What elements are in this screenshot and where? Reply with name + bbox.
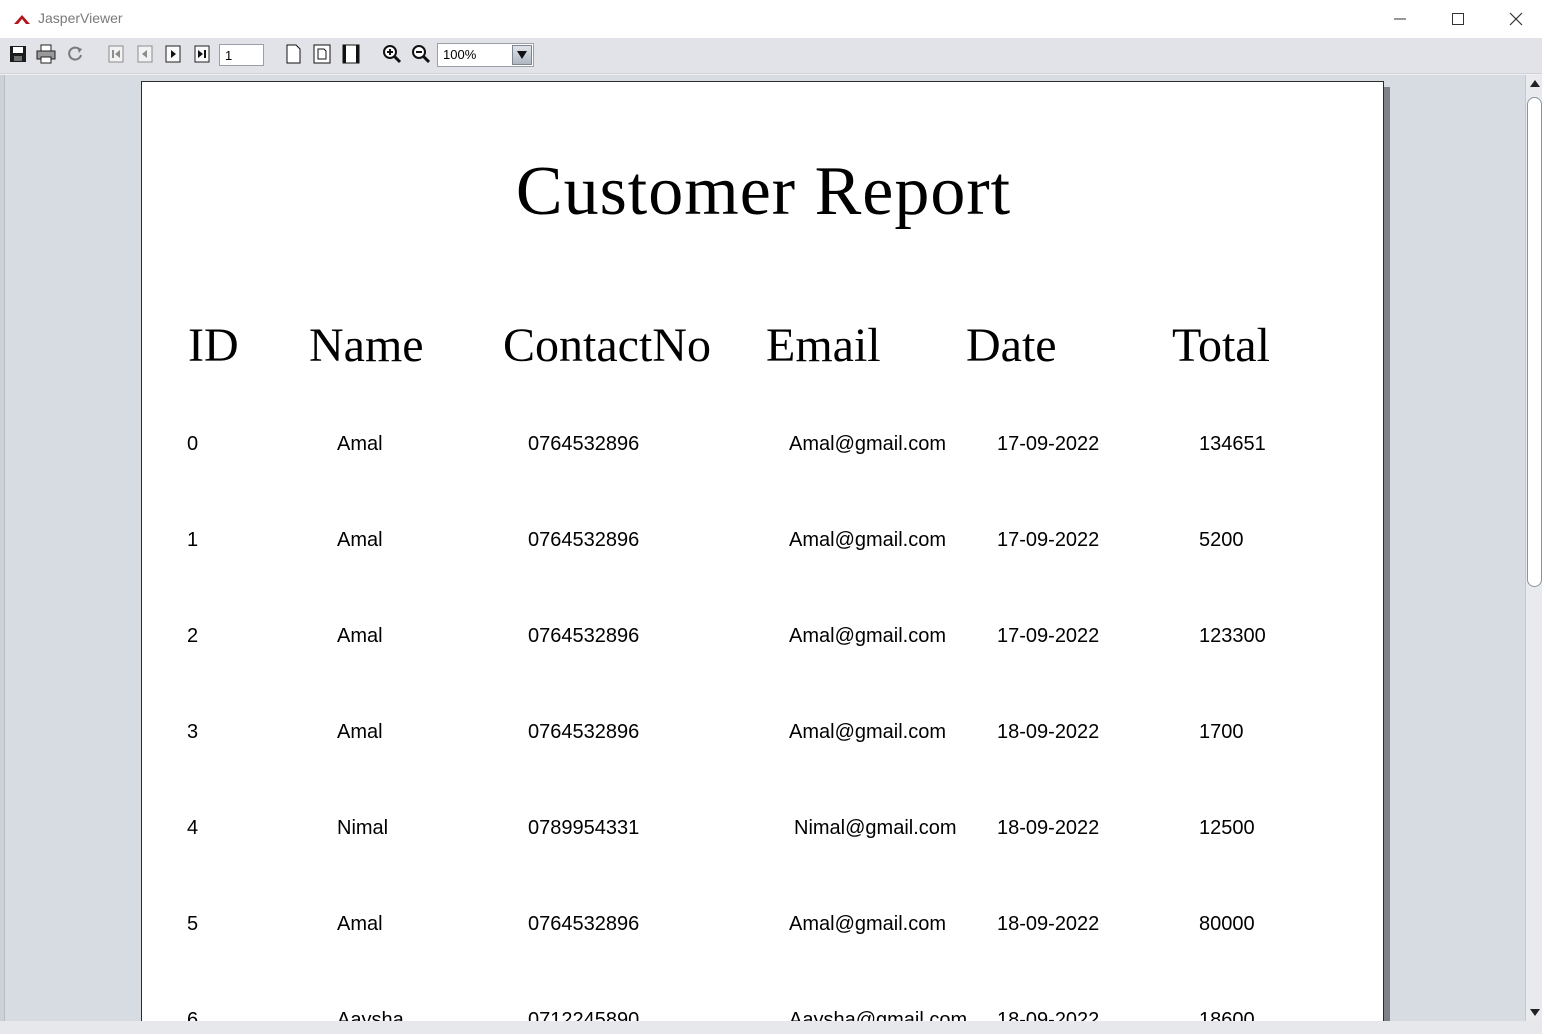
- cell-contact: 0764532896: [528, 529, 640, 551]
- print-icon: [36, 44, 56, 64]
- cell-email: Amal@gmail.com: [789, 721, 947, 743]
- zoom-in-icon: [383, 45, 402, 64]
- taskbar-edge: [0, 1021, 1542, 1034]
- fit-page-button[interactable]: [311, 43, 333, 65]
- cell-total: 80000: [1199, 913, 1255, 935]
- cell-date: 17-09-2022: [997, 529, 1100, 551]
- cell-total: 1700: [1199, 721, 1244, 743]
- previous-page-icon: [137, 45, 153, 63]
- cell-email: Amal@gmail.com: [789, 625, 947, 647]
- cell-date: 18-09-2022: [997, 817, 1100, 839]
- maximize-icon: [1452, 13, 1464, 25]
- cell-id: 6: [187, 1009, 199, 1021]
- cell-id: 3: [187, 721, 199, 743]
- cell-email: Amal@gmail.com: [789, 529, 947, 551]
- cell-id: 0: [187, 433, 199, 455]
- actual-size-button[interactable]: [282, 43, 304, 65]
- fit-width-button[interactable]: [340, 43, 362, 65]
- vertical-scrollbar[interactable]: [1525, 75, 1542, 1021]
- cell-contact: 0789954331: [528, 817, 640, 839]
- arrow-up-icon: [1529, 80, 1540, 87]
- jasper-viewer-window: JasperViewer 1 100% Customer Report ID N…: [0, 0, 1542, 1034]
- cell-name: Nimal: [337, 817, 389, 839]
- cell-id: 5: [187, 913, 199, 935]
- zoom-out-button[interactable]: [410, 43, 432, 65]
- cell-total: 12500: [1199, 817, 1255, 839]
- cell-contact: 0764532896: [528, 625, 640, 647]
- cell-id: 4: [187, 817, 199, 839]
- cell-email: Amal@gmail.com: [789, 913, 947, 935]
- close-button[interactable]: [1487, 0, 1542, 38]
- reload-button[interactable]: [64, 43, 86, 65]
- cell-name: Amal: [337, 529, 383, 551]
- column-header-name: Name: [309, 319, 424, 372]
- last-page-button[interactable]: [191, 43, 213, 65]
- column-header-email: Email: [766, 319, 881, 372]
- scrollbar-thumb[interactable]: [1527, 97, 1542, 587]
- column-header-total: Total: [1172, 319, 1270, 372]
- last-page-icon: [194, 45, 210, 63]
- zoom-in-button[interactable]: [381, 43, 403, 65]
- cell-total: 134651: [1199, 433, 1266, 455]
- cell-total: 123300: [1199, 625, 1266, 647]
- maximize-button[interactable]: [1429, 0, 1487, 38]
- cell-name: Aaysha: [337, 1009, 404, 1021]
- page-number-input[interactable]: [219, 44, 264, 66]
- cell-date: 17-09-2022: [997, 433, 1100, 455]
- title-bar: JasperViewer: [0, 0, 1542, 38]
- cell-total: 5200: [1199, 529, 1244, 551]
- cell-contact: 0764532896: [528, 913, 640, 935]
- cell-date: 18-09-2022: [997, 913, 1100, 935]
- cell-date: 18-09-2022: [997, 1009, 1100, 1021]
- cell-name: Amal: [337, 625, 383, 647]
- minimize-button[interactable]: [1371, 0, 1429, 38]
- save-icon: [10, 46, 26, 62]
- fit-page-icon: [313, 44, 331, 64]
- report-title: Customer Report: [515, 153, 1012, 230]
- first-page-icon: [108, 45, 124, 63]
- cell-date: 17-09-2022: [997, 625, 1100, 647]
- jasper-app-icon: [14, 15, 30, 24]
- scroll-down-button[interactable]: [1526, 1004, 1542, 1021]
- scroll-up-button[interactable]: [1526, 75, 1542, 92]
- cell-name: Amal: [337, 913, 383, 935]
- next-page-button[interactable]: [162, 43, 184, 65]
- zoom-out-icon: [412, 45, 431, 64]
- zoom-dropdown-button[interactable]: [512, 45, 532, 65]
- cell-id: 2: [187, 625, 199, 647]
- close-icon: [1509, 12, 1523, 26]
- chevron-down-icon: [517, 51, 527, 59]
- cell-contact: 0764532896: [528, 433, 640, 455]
- next-page-icon: [165, 45, 181, 63]
- minimize-icon: [1394, 18, 1406, 20]
- column-header-contactno: ContactNo: [503, 319, 711, 372]
- cell-contact: 0712245890: [528, 1009, 640, 1021]
- cell-total: 18600: [1199, 1009, 1255, 1021]
- actual-size-icon: [286, 44, 301, 64]
- column-header-id: ID: [188, 319, 239, 372]
- zoom-value: 100%: [443, 47, 477, 62]
- report-viewport: Customer Report ID Name ContactNo Email …: [0, 75, 1542, 1021]
- cell-email: Amal@gmail.com: [789, 433, 947, 455]
- cell-name: Amal: [337, 721, 383, 743]
- fit-width-icon: [342, 44, 360, 64]
- column-header-date: Date: [966, 319, 1057, 372]
- first-page-button[interactable]: [105, 43, 127, 65]
- cell-id: 1: [187, 529, 199, 551]
- window-title: JasperViewer: [38, 10, 123, 26]
- cell-email: Nimal@gmail.com: [794, 817, 957, 839]
- cell-date: 18-09-2022: [997, 721, 1100, 743]
- cell-name: Amal: [337, 433, 383, 455]
- arrow-down-icon: [1529, 1009, 1540, 1016]
- cell-email: Aaysha@gmail.com: [789, 1009, 968, 1021]
- zoom-select[interactable]: 100%: [437, 43, 534, 67]
- report-page: Customer Report ID Name ContactNo Email …: [141, 81, 1384, 1021]
- previous-page-button[interactable]: [134, 43, 156, 65]
- print-button[interactable]: [35, 43, 57, 65]
- viewport-left-edge: [0, 75, 5, 1021]
- save-button[interactable]: [7, 43, 29, 65]
- cell-contact: 0764532896: [528, 721, 640, 743]
- reload-icon: [68, 46, 82, 61]
